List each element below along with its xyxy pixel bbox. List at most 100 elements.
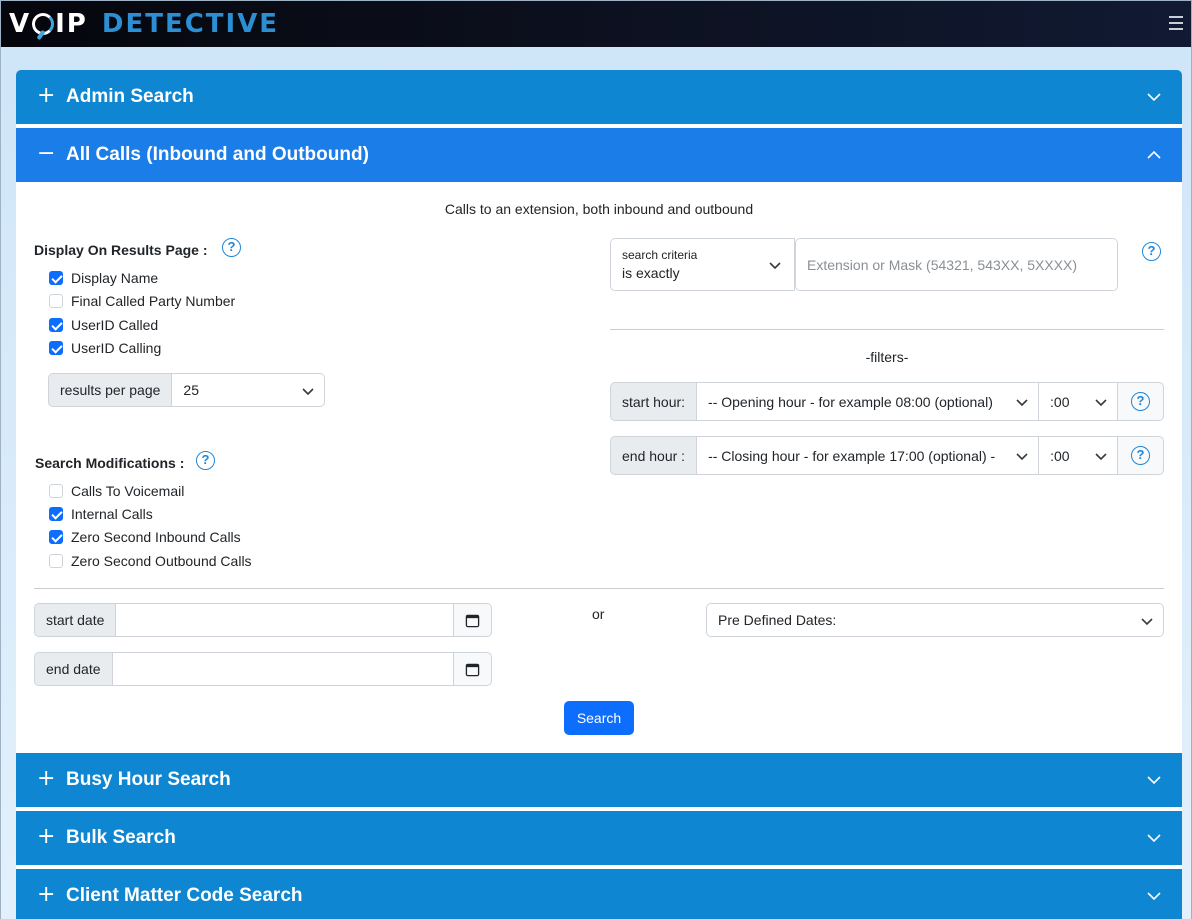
display-options-label: Display On Results Page : (34, 242, 208, 258)
end-hour-group: end hour : -- Closing hour - for example… (610, 436, 1164, 475)
accordion-title: Client Matter Code Search (66, 885, 303, 906)
checkbox-userid-calling[interactable]: UserID Calling (49, 339, 161, 357)
expand-plus-icon: + (37, 882, 56, 907)
accordion-title: Bulk Search (66, 827, 176, 848)
chevron-down-icon (1147, 892, 1161, 901)
accordion-title: All Calls (Inbound and Outbound) (66, 144, 369, 165)
checkbox-display-name[interactable]: Display Name (49, 269, 158, 287)
end-date-calendar-button[interactable] (454, 652, 492, 686)
logo-o-ring-icon (32, 13, 55, 35)
predefined-dates-group: Pre Defined Dates: (706, 603, 1164, 637)
divider (610, 329, 1164, 330)
divider (34, 588, 1164, 589)
checkbox-label: Internal Calls (71, 506, 153, 522)
checkbox-userid-called[interactable]: UserID Called (49, 316, 158, 334)
checkbox-label: Zero Second Outbound Calls (71, 553, 252, 569)
collapse-minus-icon: − (37, 141, 56, 166)
checkbox-label: Display Name (71, 270, 159, 286)
search-modifications-label: Search Modifications : (35, 455, 185, 471)
checkbox[interactable] (49, 484, 63, 498)
accordion-all-calls[interactable]: − All Calls (Inbound and Outbound) (16, 128, 1182, 182)
hamburger-menu-icon[interactable] (1169, 16, 1183, 30)
end-date-group: end date (34, 652, 492, 686)
start-date-input[interactable] (116, 603, 454, 637)
end-hour-select[interactable]: -- Closing hour - for example 17:00 (opt… (697, 436, 1040, 475)
start-date-group: start date (34, 603, 492, 637)
accordion-container: + Admin Search − All Calls (Inbound and … (16, 70, 1182, 919)
checkbox-calls-to-voicemail[interactable]: Calls To Voicemail (49, 482, 184, 500)
search-button[interactable]: Search (564, 701, 634, 735)
checkbox-internal-calls[interactable]: Internal Calls (49, 505, 153, 523)
checkbox[interactable] (49, 341, 63, 355)
checkbox[interactable] (49, 554, 63, 568)
start-hour-value: -- Opening hour - for example 08:00 (opt… (708, 393, 993, 410)
calendar-icon (465, 663, 480, 676)
end-hour-label: end hour : (610, 436, 698, 475)
logo-detective: DETECTIVE (101, 9, 280, 39)
app-logo[interactable]: V IP DETECTIVE (9, 8, 279, 40)
end-minute-value: :00 (1050, 447, 1070, 464)
logo-voip: V IP (9, 9, 88, 39)
chevron-down-icon (769, 262, 781, 270)
help-icon[interactable]: ? (222, 238, 241, 257)
end-hour-help-button[interactable]: ? (1118, 436, 1164, 475)
chevron-down-icon (1016, 399, 1028, 407)
start-hour-label: start hour: (610, 382, 698, 421)
checkbox-zero-second-inbound[interactable]: Zero Second Inbound Calls (49, 528, 241, 546)
help-icon[interactable]: ? (1131, 446, 1151, 465)
start-minute-select[interactable]: :00 (1039, 382, 1119, 421)
predefined-dates-select[interactable]: Pre Defined Dates: (706, 603, 1164, 637)
checkbox-label: Calls To Voicemail (71, 483, 185, 499)
start-hour-select[interactable]: -- Opening hour - for example 08:00 (opt… (697, 382, 1040, 421)
checkbox[interactable] (49, 271, 63, 285)
help-icon[interactable]: ? (1131, 392, 1151, 411)
checkbox-label: UserID Calling (71, 340, 162, 356)
start-hour-help-button[interactable]: ? (1118, 382, 1164, 421)
checkbox-label: UserID Called (71, 317, 159, 333)
accordion-title: Busy Hour Search (66, 769, 231, 790)
start-date-calendar-button[interactable] (454, 603, 492, 637)
end-date-input[interactable] (112, 652, 454, 686)
search-criteria-label: search criteria (622, 248, 698, 262)
accordion-title: Admin Search (66, 86, 194, 107)
checkbox-final-called-party[interactable]: Final Called Party Number (49, 292, 235, 310)
checkbox[interactable] (49, 507, 63, 521)
expand-plus-icon: + (37, 83, 56, 108)
all-calls-panel: Calls to an extension, both inbound and … (16, 181, 1182, 751)
extension-input[interactable]: Extension or Mask (54321, 543XX, 5XXXX) (795, 238, 1118, 291)
checkbox[interactable] (49, 318, 63, 332)
chevron-down-icon (1095, 453, 1107, 461)
chevron-down-icon (1147, 776, 1161, 785)
results-per-page-select[interactable]: 25 (172, 373, 325, 407)
results-per-page-value: 25 (183, 382, 199, 398)
search-criteria-value: is exactly (622, 265, 680, 281)
or-label: or (592, 606, 605, 622)
checkbox-label: Zero Second Inbound Calls (71, 529, 241, 545)
end-minute-select[interactable]: :00 (1039, 436, 1119, 475)
chevron-down-icon (1016, 453, 1028, 461)
results-per-page-group: results per page 25 (48, 373, 325, 407)
start-hour-group: start hour: -- Opening hour - for exampl… (610, 382, 1164, 421)
checkbox-zero-second-outbound[interactable]: Zero Second Outbound Calls (49, 552, 252, 570)
panel-description: Calls to an extension, both inbound and … (444, 201, 754, 217)
accordion-admin-search[interactable]: + Admin Search (16, 70, 1182, 124)
help-icon[interactable]: ? (1142, 242, 1161, 261)
calendar-icon (465, 614, 480, 627)
search-criteria-select[interactable]: search criteria is exactly (610, 238, 795, 291)
chevron-down-icon (1147, 93, 1161, 102)
chevron-up-icon (1147, 150, 1161, 159)
predefined-dates-value: Pre Defined Dates: (718, 612, 837, 628)
logo-v: V (9, 9, 32, 39)
accordion-client-matter-code-search[interactable]: + Client Matter Code Search (16, 869, 1182, 919)
chevron-down-icon (302, 388, 314, 396)
accordion-busy-hour-search[interactable]: + Busy Hour Search (16, 753, 1182, 807)
expand-plus-icon: + (37, 824, 56, 849)
checkbox[interactable] (49, 294, 63, 308)
chevron-down-icon (1095, 399, 1107, 407)
top-bar: V IP DETECTIVE (1, 1, 1191, 47)
results-per-page-label: results per page (48, 373, 173, 407)
help-icon[interactable]: ? (196, 451, 215, 470)
checkbox[interactable] (49, 530, 63, 544)
accordion-bulk-search[interactable]: + Bulk Search (16, 811, 1182, 865)
expand-plus-icon: + (37, 766, 56, 791)
